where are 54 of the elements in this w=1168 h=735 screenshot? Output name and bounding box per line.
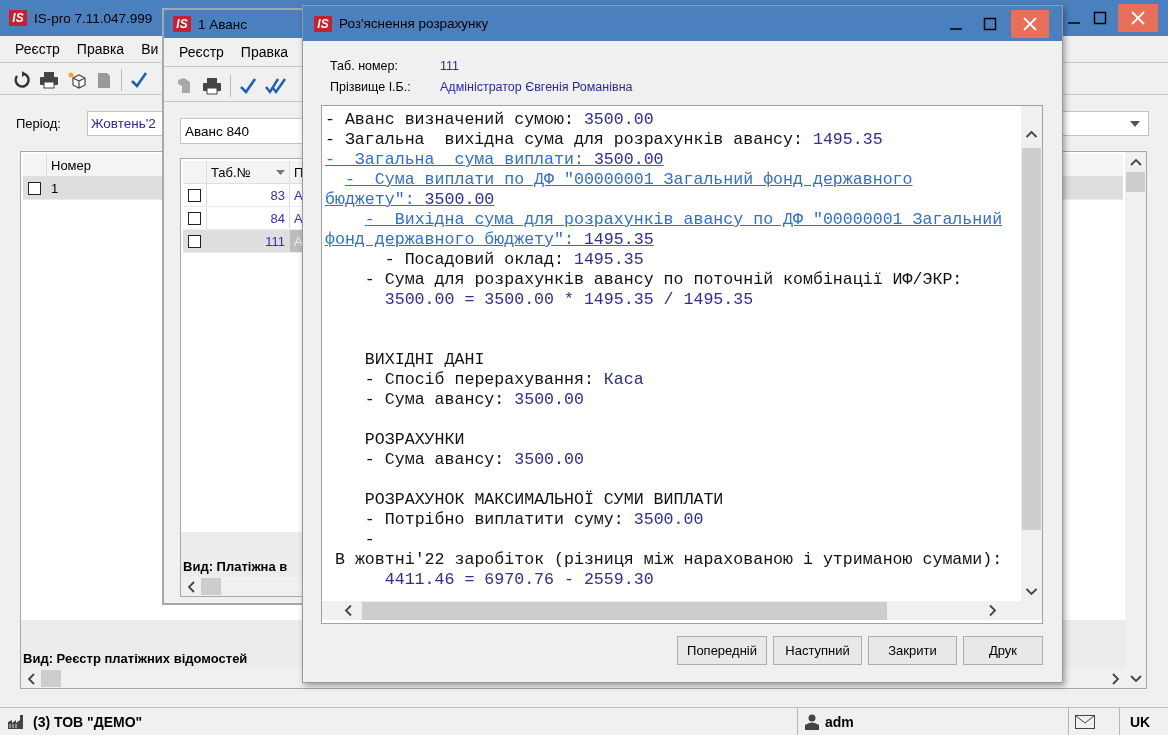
report-link[interactable]: фонд державного бюджету": 1495.35 — [325, 230, 654, 249]
field-value: 111 — [440, 59, 459, 73]
table-cell: 84 — [207, 207, 290, 229]
report-line: РОЗРАХУНКИ — [364, 430, 465, 449]
table-row[interactable]: 83 А — [183, 184, 302, 207]
dialog-title: Роз'яснення розрахунку — [339, 16, 489, 31]
company-name: (3) ТОВ "ДЕМО" — [33, 713, 143, 730]
view-label: Вид: Реєстр платіжних відомостей — [23, 651, 248, 666]
dialog-button[interactable]: Попередній — [677, 636, 767, 665]
report-link[interactable]: - Сума виплати по ДФ "00000001 Загальний фонд державного — [344, 170, 913, 189]
report-line: - Загальна вихідна сума для розрахунків авансу: 1495.35 — [325, 130, 883, 149]
app-logo: IS — [9, 10, 27, 26]
report-line: - Посадовий оклад: 1495.35 — [384, 250, 644, 269]
table-cell-text: 1 — [50, 179, 60, 198]
dialog-button[interactable]: Друк — [963, 636, 1043, 665]
menu-item[interactable]: Правка — [240, 44, 289, 60]
table-cell: 83 — [207, 184, 290, 206]
menu-item[interactable]: Ви — [141, 40, 159, 57]
table-cell-text: А — [293, 186, 303, 205]
language-indicator[interactable]: UK — [1130, 713, 1151, 730]
field-label: Прізвище І.Б.: — [330, 80, 412, 94]
table-cell-text: А — [293, 209, 303, 228]
report-line: - Потрібно виплатити суму: 3500.00 — [364, 510, 704, 529]
field-label: Таб. номер: — [330, 59, 399, 73]
report-line: - Сума авансу: 3500.00 — [364, 450, 584, 469]
report-line: - Сума для розрахунків авансу по поточній комбінації ИФ/ЭКР: — [364, 270, 963, 289]
report-line: - Сума авансу: 3500.00 — [364, 390, 584, 409]
column-header[interactable]: Номер — [47, 154, 97, 177]
report-line: - — [364, 530, 375, 549]
report-line: ВИХІДНІ ДАНІ — [364, 350, 485, 369]
report-line: 3500.00 = 3500.00 * 1495.35 / 1495.35 — [384, 290, 754, 309]
report-line: РОЗРАХУНОК МАКСИМАЛЬНОЇ СУМИ ВИПЛАТИ — [364, 490, 724, 509]
menu-item[interactable]: Правка — [76, 40, 125, 57]
field-value: Адміністратор Євгенія Романівна — [440, 80, 633, 94]
dialog-button[interactable]: Наступний — [773, 636, 862, 665]
window-title: 1 Аванс — [198, 16, 247, 32]
document-field[interactable]: Аванс 840 — [180, 118, 304, 144]
app-logo: IS — [314, 15, 332, 32]
column-header[interactable]: Таб.№ — [207, 161, 290, 183]
report-line: В жовтні'22 заробіток (різниця між нарахованою і утриманою сумами): — [334, 550, 1003, 569]
menu-item[interactable]: Реєстр — [179, 44, 224, 60]
window-title: IS-pro 7.11.047.999 — [34, 10, 153, 26]
report-line: 4411.46 = 6970.76 - 2559.30 — [384, 570, 654, 589]
report-link[interactable]: - Вихідна сума для розрахунків авансу по ДФ "00000001 Загальний — [364, 210, 1003, 229]
menu-item[interactable]: Реєстр — [15, 40, 60, 57]
report-link[interactable]: бюджету": 3500.00 — [325, 190, 495, 209]
dialog-button[interactable]: Закрити — [868, 636, 957, 665]
view-label: Вид: Платіжна в — [183, 559, 288, 574]
report-line: - Спосіб перерахування: Каса — [364, 370, 644, 389]
period-label: Період: — [16, 116, 62, 132]
report-link[interactable]: - Загальна сума виплати: 3500.00 — [325, 150, 664, 169]
user-name: adm — [825, 713, 854, 730]
report-line: - Аванс визначений сумою: 3500.00 — [325, 110, 654, 129]
app-logo: IS — [173, 16, 191, 32]
